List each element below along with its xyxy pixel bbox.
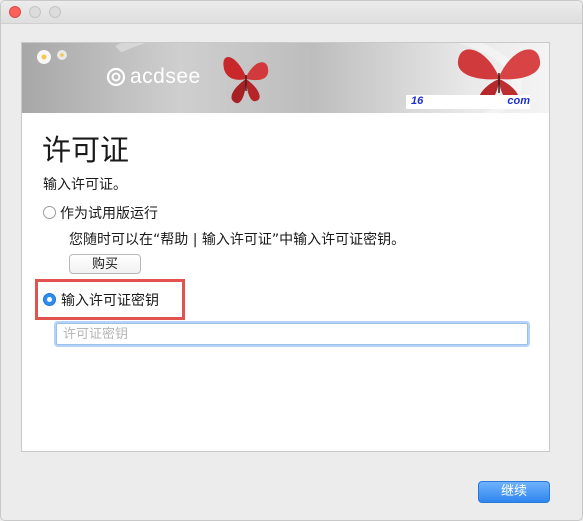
trial-option-label[interactable]: 作为试用版运行 bbox=[60, 203, 158, 223]
brand-name: acdsee bbox=[130, 65, 201, 88]
banner-link-right-text: com bbox=[507, 95, 530, 107]
continue-button[interactable]: 继续 bbox=[478, 481, 550, 503]
trial-radio-button[interactable] bbox=[43, 206, 56, 219]
license-option-label[interactable]: 输入许可证密钥 bbox=[61, 290, 159, 310]
minimize-window-button[interactable] bbox=[29, 6, 41, 18]
page-title: 许可证 bbox=[42, 133, 130, 167]
banner-website-link[interactable]: 16 com bbox=[411, 95, 530, 109]
license-dialog-window: acdsee 16 com 许可证 输入许可证。 作为试用版运行 您随时可以在“… bbox=[0, 0, 583, 521]
page-subtitle: 输入许可证。 bbox=[43, 177, 127, 193]
maximize-window-button[interactable] bbox=[49, 6, 61, 18]
license-key-input[interactable] bbox=[56, 323, 528, 345]
content-panel: acdsee 16 com 许可证 输入许可证。 作为试用版运行 您随时可以在“… bbox=[21, 42, 550, 452]
acdsee-banner: acdsee 16 com bbox=[22, 43, 549, 113]
title-bar bbox=[1, 1, 582, 24]
butterfly-icon bbox=[223, 57, 269, 104]
buy-button[interactable]: 购买 bbox=[69, 254, 141, 274]
banner-link-left-text: 16 bbox=[411, 95, 424, 107]
trial-option-description: 您随时可以在“帮助 | 输入许可证”中输入许可证密钥。 bbox=[69, 232, 406, 248]
acdsee-logo-icon bbox=[106, 67, 126, 87]
close-window-button[interactable] bbox=[9, 6, 21, 18]
flower-icon bbox=[37, 50, 67, 64]
license-radio-button[interactable] bbox=[43, 293, 56, 306]
